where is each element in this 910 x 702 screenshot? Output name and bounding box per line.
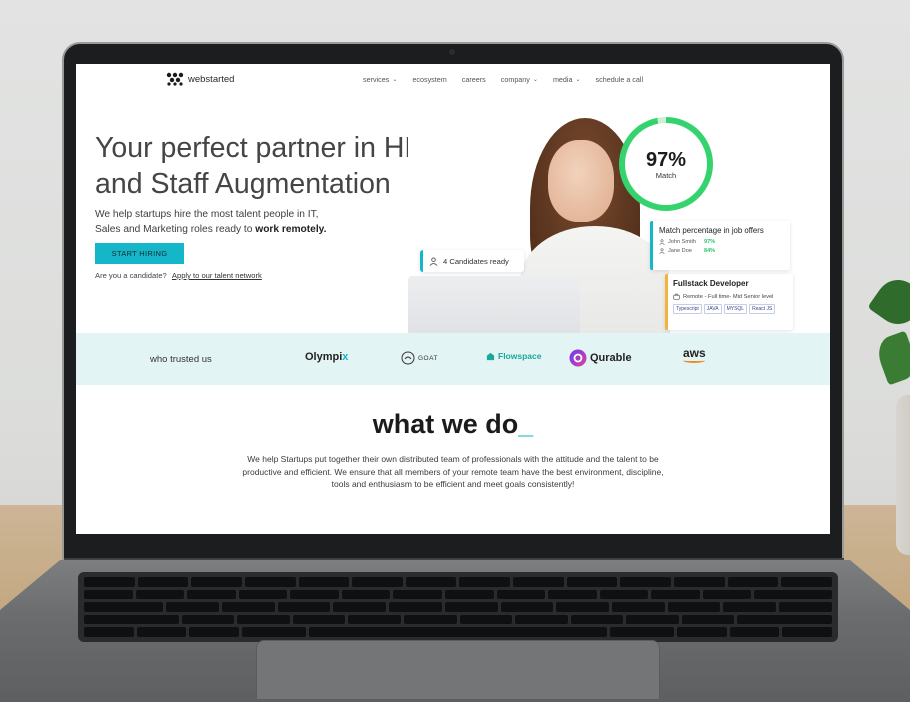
job-tag: JAVA [703,304,722,314]
flowspace-icon [486,352,495,360]
brand-olympix-logo: Olympix [305,351,348,363]
briefcase-icon [673,293,680,300]
photo-laptop [408,276,580,334]
nav-ecosystem[interactable]: ecosystem [412,75,446,84]
what-we-do-title: what we do_ [76,409,830,440]
person-icon [659,239,665,245]
hero-sub-bold: work remotely. [255,223,327,235]
aws-smile-icon [683,358,706,363]
laptop-screen: webstarted services ⌄ ecosystem careers c… [76,64,830,534]
brand-goat-text: GOAT [418,354,438,362]
person-icon [659,248,665,254]
brand-goat-logo: GOAT [401,351,438,365]
trusted-label: who trusted us [150,354,212,365]
offer-pct: 97% [703,239,716,245]
nav-link-label: media [552,75,573,84]
job-tag: React JS [749,304,776,314]
match-percent: 97% [645,148,687,171]
qurable-icon [569,349,587,367]
candidates-ready-text: 4 Candidates ready [443,256,509,266]
nav-link-label: schedule a call [595,75,644,84]
match-offers-card: Match percentage in job offers John Smit… [650,221,790,270]
top-nav: webstarted services ⌄ ecosystem careers c… [76,64,830,96]
offer-pct: 84% [703,248,716,254]
brand-flowspace-logo: Flowspace [486,351,541,361]
match-label: Match [655,170,677,180]
cursor-underscore: _ [518,409,534,439]
logo[interactable]: webstarted [166,72,234,86]
nav-link-label: careers [461,75,486,84]
plant-leaf [867,271,910,333]
brand-olympix-text: Olympi [305,351,343,363]
webcam [449,49,455,55]
apply-talent-network-link[interactable]: Apply to our talent network [172,271,262,280]
brand-aws-logo: aws [683,346,706,363]
photo-face [548,140,614,222]
nav-media[interactable]: media ⌄ [553,75,581,84]
candidate-prompt: Are you a candidate? Apply to our talent… [95,271,262,280]
job-tags: Typescript JAVA MYSQL React JS [673,304,788,314]
candidate-prompt-text: Are you a candidate? [95,271,167,280]
offers-card-title: Match percentage in job offers [659,226,764,235]
nav-link-label: ecosystem [412,75,447,84]
brand-qurable-text: Qurable [590,352,632,364]
candidates-ready-card: 4 Candidates ready [420,250,524,272]
job-tag: MYSQL [723,304,748,314]
nav-careers[interactable]: careers [462,75,486,84]
nav-link-label: company [500,75,530,84]
start-hiring-button[interactable]: START HIRING [95,243,184,264]
brand-flowspace-text: Flowspace [498,351,542,361]
plant-leaf [873,330,910,386]
what-we-do-body: We help Startups put together their own … [242,454,664,490]
keyboard [78,572,838,642]
hero-subtitle: We help startups hire the most talent pe… [95,208,395,237]
nav-link-label: services [363,75,390,84]
plant-pot [896,395,910,555]
match-ring: 97% Match [619,117,713,211]
nav-schedule-call[interactable]: schedule a call [596,75,644,84]
hero-sub-line1: We help startups hire the most talent pe… [95,209,319,220]
match-inner: 97% Match [625,123,707,205]
brand-olympix-x: x [342,351,349,363]
nav-services[interactable]: services ⌄ [363,75,397,84]
job-title: Fullstack Developer [673,279,749,288]
job-card: Fullstack Developer Remote - Full time- … [665,274,793,330]
logo-text: webstarted [188,73,235,85]
goat-icon [401,351,415,365]
offer-name: John Smith [668,239,696,245]
offer-row: John Smith 97% [659,239,784,245]
offer-name: Jane Doe [668,248,692,254]
person-icon [429,256,438,266]
what-we-do-title-text: what we do [372,409,519,439]
chevron-down-icon: ⌄ [532,77,538,83]
logo-mark-icon [166,72,184,86]
job-tag: Typescript [673,304,702,314]
nav-links: services ⌄ ecosystem careers company ⌄ med… [363,75,643,84]
hero-sub-line2: Sales and Marketing roles ready to [95,223,256,235]
job-subtitle: Remote - Full time- Mid Senior level [673,293,788,300]
trusted-strip: who trusted us Olympix GOAT Flowspace Qu… [76,333,830,385]
offer-row: Jane Doe 84% [659,248,784,254]
chevron-down-icon: ⌄ [575,77,581,83]
chevron-down-icon: ⌄ [392,77,398,83]
trackpad [256,640,660,700]
job-subtitle-text: Remote - Full time- Mid Senior level [683,293,774,300]
nav-company[interactable]: company ⌄ [501,75,538,84]
brand-qurable-logo: Qurable [569,349,632,367]
